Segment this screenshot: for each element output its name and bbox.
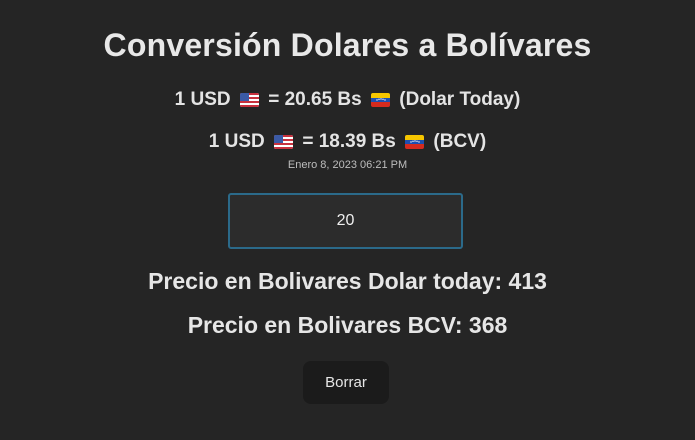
converter-page: Conversión Dolares a Bolívares 1 USD = 2…: [0, 0, 695, 440]
venezuela-flag-icon: [371, 93, 390, 107]
result-dolar-today-value: 413: [508, 268, 547, 294]
usd-amount-input[interactable]: [228, 193, 463, 249]
us-flag-icon: [239, 93, 259, 107]
result-dolar-today: Precio en Bolivares Dolar today: 413: [0, 268, 695, 295]
page-title: Conversión Dolares a Bolívares: [103, 27, 592, 63]
venezuela-flag-icon: [405, 135, 425, 149]
usd-label: 1 USD: [208, 131, 265, 152]
rate-value: 18.39 Bs: [318, 131, 396, 152]
update-timestamp: Enero 8, 2023 06:21 PM: [287, 159, 408, 171]
rate-value: 20.65 Bs: [284, 89, 362, 110]
result-bcv: Precio en Bolivares BCV: 368: [0, 312, 695, 339]
rate-bcv: 1 USD = 18.39 Bs (BCV): [0, 131, 695, 153]
usd-label: 1 USD: [174, 89, 231, 110]
rate-source: (Dolar Today): [399, 89, 521, 110]
us-flag-icon: [274, 135, 294, 149]
result-bcv-label: Precio en Bolivares BCV:: [187, 312, 463, 338]
equals-sign: =: [302, 131, 314, 152]
result-dolar-today-label: Precio en Bolivares Dolar today:: [148, 268, 503, 294]
result-bcv-value: 368: [468, 312, 508, 338]
rate-source: (BCV): [433, 131, 487, 152]
rate-dolar-today: 1 USD = 20.65 Bs (Dolar Today): [0, 89, 695, 111]
clear-button[interactable]: Borrar: [303, 361, 389, 404]
equals-sign: =: [268, 89, 280, 110]
